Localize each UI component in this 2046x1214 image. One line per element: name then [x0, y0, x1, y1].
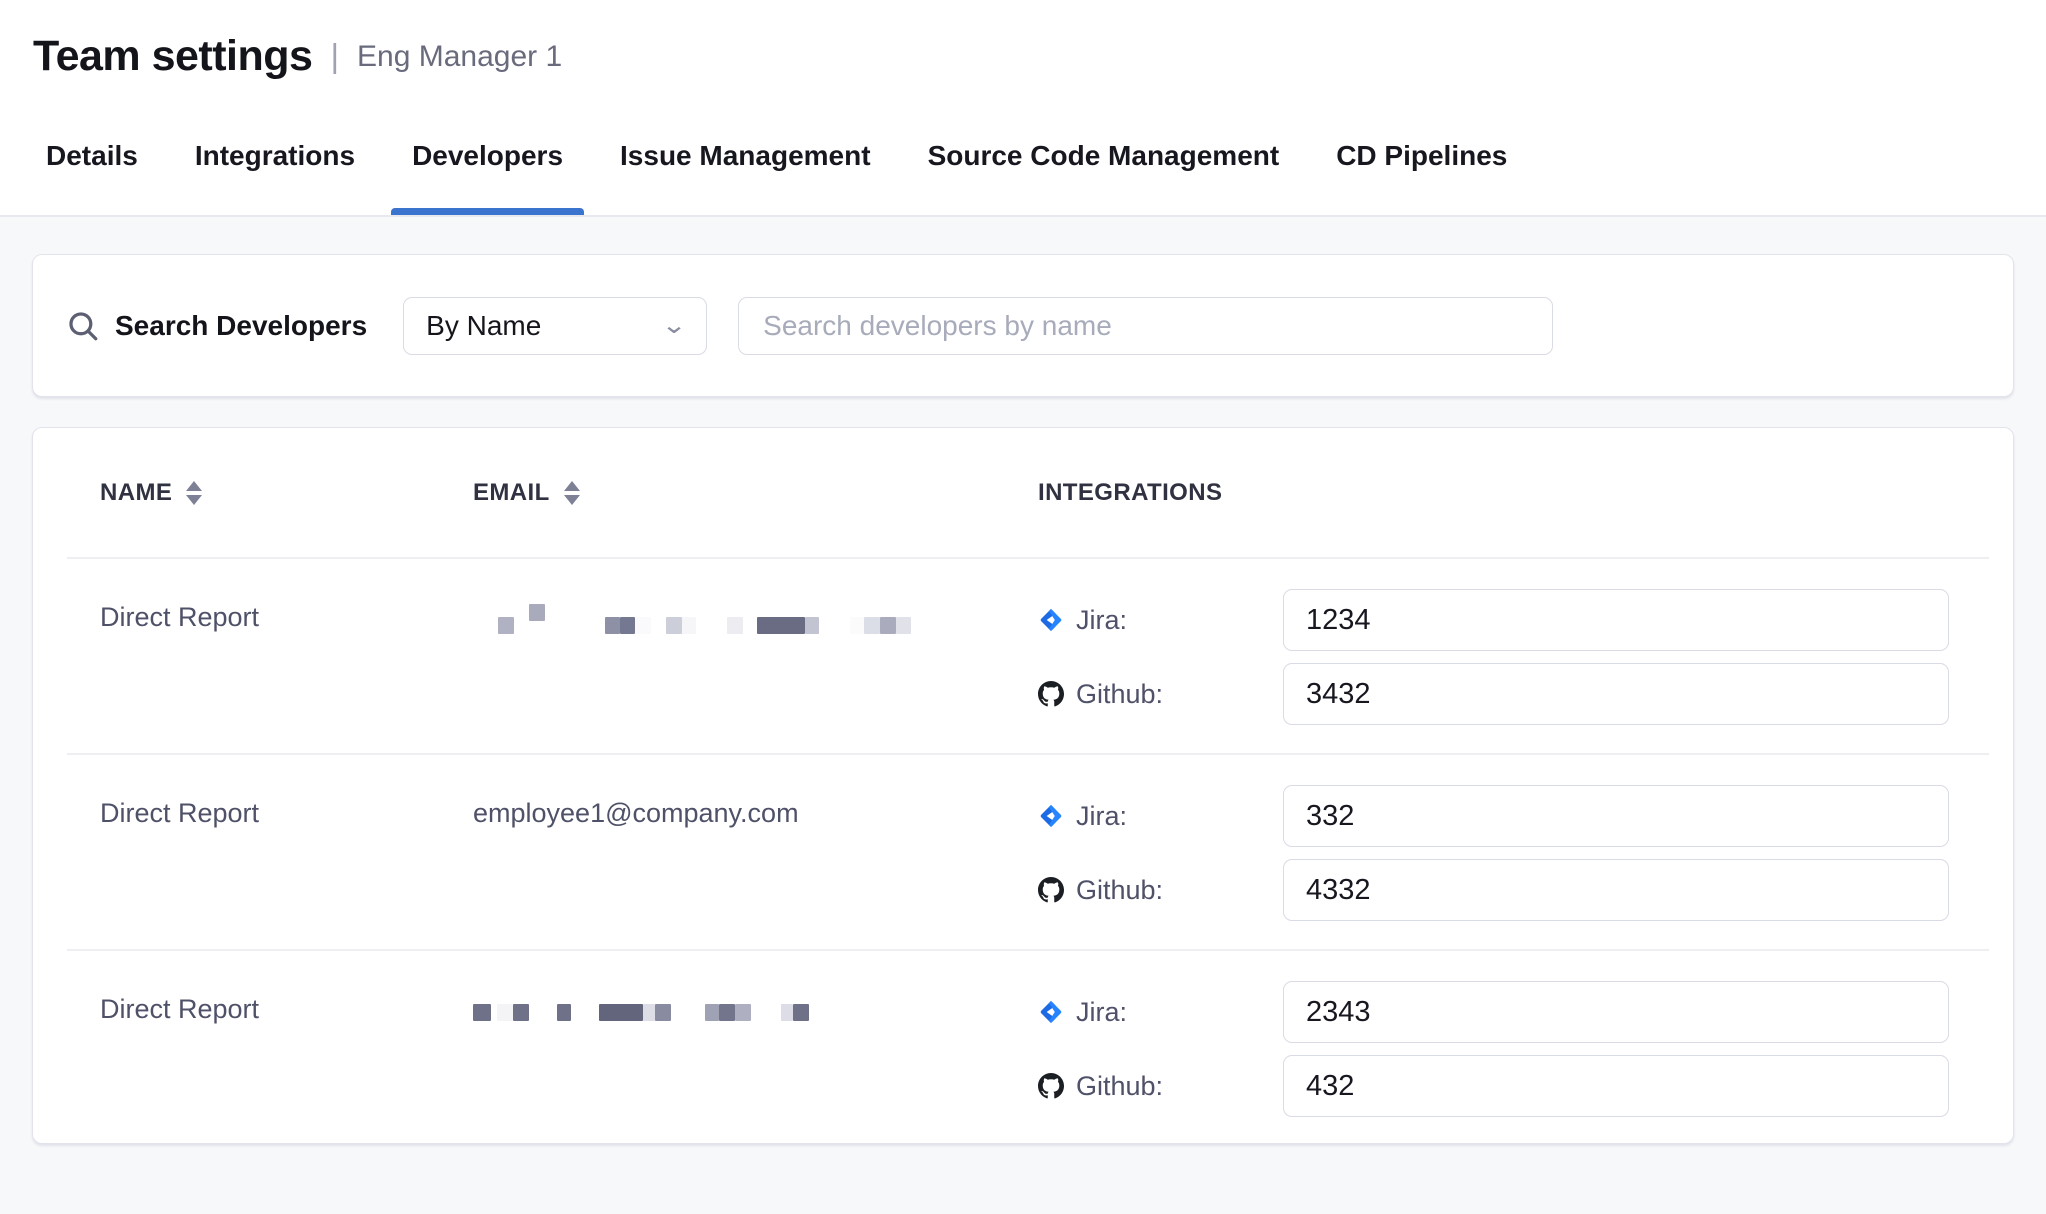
developer-name: Direct Report	[100, 981, 473, 1117]
developer-name: Direct Report	[100, 785, 473, 921]
search-developers-input[interactable]	[738, 297, 1553, 355]
github-octocat-icon	[1038, 681, 1064, 707]
column-header-name[interactable]: NAME	[100, 479, 473, 507]
search-developers-label: Search Developers	[115, 310, 367, 342]
jira-id-input[interactable]	[1283, 589, 1949, 651]
censored-email-blocks	[473, 604, 1038, 638]
search-filter-select[interactable]: By Name ⌄	[403, 297, 707, 355]
team-settings-page: Team settings | Eng Manager 1 Details In…	[0, 0, 2046, 1214]
integrations-cell: Jira: Github:	[1038, 785, 1949, 921]
name-column-label: NAME	[100, 479, 172, 507]
title-separator: |	[330, 37, 339, 75]
tab-integrations[interactable]: Integrations	[195, 97, 355, 215]
table-row: Direct Report employee1@company.com Jira…	[33, 755, 2013, 949]
jira-label: Jira:	[1038, 997, 1283, 1028]
github-label: Github:	[1038, 875, 1283, 906]
github-label: Github:	[1038, 679, 1283, 710]
github-octocat-icon	[1038, 1073, 1064, 1099]
search-developers-card: Search Developers By Name ⌄	[32, 254, 2014, 397]
jira-diamond-icon	[1038, 607, 1064, 633]
sort-icon	[564, 481, 580, 505]
github-label: Github:	[1038, 1071, 1283, 1102]
github-id-input[interactable]	[1283, 663, 1949, 725]
search-filter-value: By Name	[426, 310, 541, 342]
search-icon	[66, 309, 100, 343]
tab-details[interactable]: Details	[46, 97, 138, 215]
column-header-email[interactable]: EMAIL	[473, 479, 1038, 507]
tab-source-code-management[interactable]: Source Code Management	[928, 97, 1280, 215]
page-title: Team settings	[33, 32, 312, 81]
sort-icon	[186, 481, 202, 505]
content-area: Search Developers By Name ⌄ NAME EMAIL I	[0, 217, 2046, 1144]
github-label-text: Github:	[1076, 1071, 1163, 1102]
github-octocat-icon	[1038, 877, 1064, 903]
jira-diamond-icon	[1038, 803, 1064, 829]
jira-label-text: Jira:	[1076, 997, 1127, 1028]
jira-diamond-icon	[1038, 999, 1064, 1025]
chevron-down-icon: ⌄	[661, 311, 687, 340]
table-row: Direct Report Jira:	[33, 559, 2013, 753]
team-name-label: Eng Manager 1	[357, 40, 562, 74]
jira-label-text: Jira:	[1076, 801, 1127, 832]
integrations-column-label: INTEGRATIONS	[1038, 479, 1222, 507]
developers-table-card: NAME EMAIL INTEGRATIONS Direct Report	[32, 427, 2014, 1144]
tab-developers[interactable]: Developers	[412, 97, 563, 215]
github-label-text: Github:	[1076, 679, 1163, 710]
column-header-integrations: INTEGRATIONS	[1038, 479, 1949, 507]
jira-label: Jira:	[1038, 605, 1283, 636]
tab-cd-pipelines[interactable]: CD Pipelines	[1336, 97, 1507, 215]
tab-issue-management[interactable]: Issue Management	[620, 97, 871, 215]
developer-email-censored	[473, 589, 1038, 725]
title-row: Team settings | Eng Manager 1	[0, 0, 2046, 97]
developer-name: Direct Report	[100, 589, 473, 725]
developer-email: employee1@company.com	[473, 785, 1038, 921]
table-header-row: NAME EMAIL INTEGRATIONS	[33, 428, 2013, 557]
developer-email-censored	[473, 981, 1038, 1117]
jira-id-input[interactable]	[1283, 785, 1949, 847]
integrations-cell: Jira: Github:	[1038, 589, 1949, 725]
table-row: Direct Report Jira:	[33, 951, 2013, 1144]
github-id-input[interactable]	[1283, 1055, 1949, 1117]
jira-label-text: Jira:	[1076, 605, 1127, 636]
github-id-input[interactable]	[1283, 859, 1949, 921]
censored-email-blocks	[473, 996, 1038, 1030]
github-label-text: Github:	[1076, 875, 1163, 906]
jira-id-input[interactable]	[1283, 981, 1949, 1043]
page-header: Team settings | Eng Manager 1 Details In…	[0, 0, 2046, 217]
tab-bar: Details Integrations Developers Issue Ma…	[0, 97, 2046, 217]
email-column-label: EMAIL	[473, 479, 550, 507]
integrations-cell: Jira: Github:	[1038, 981, 1949, 1117]
jira-label: Jira:	[1038, 801, 1283, 832]
